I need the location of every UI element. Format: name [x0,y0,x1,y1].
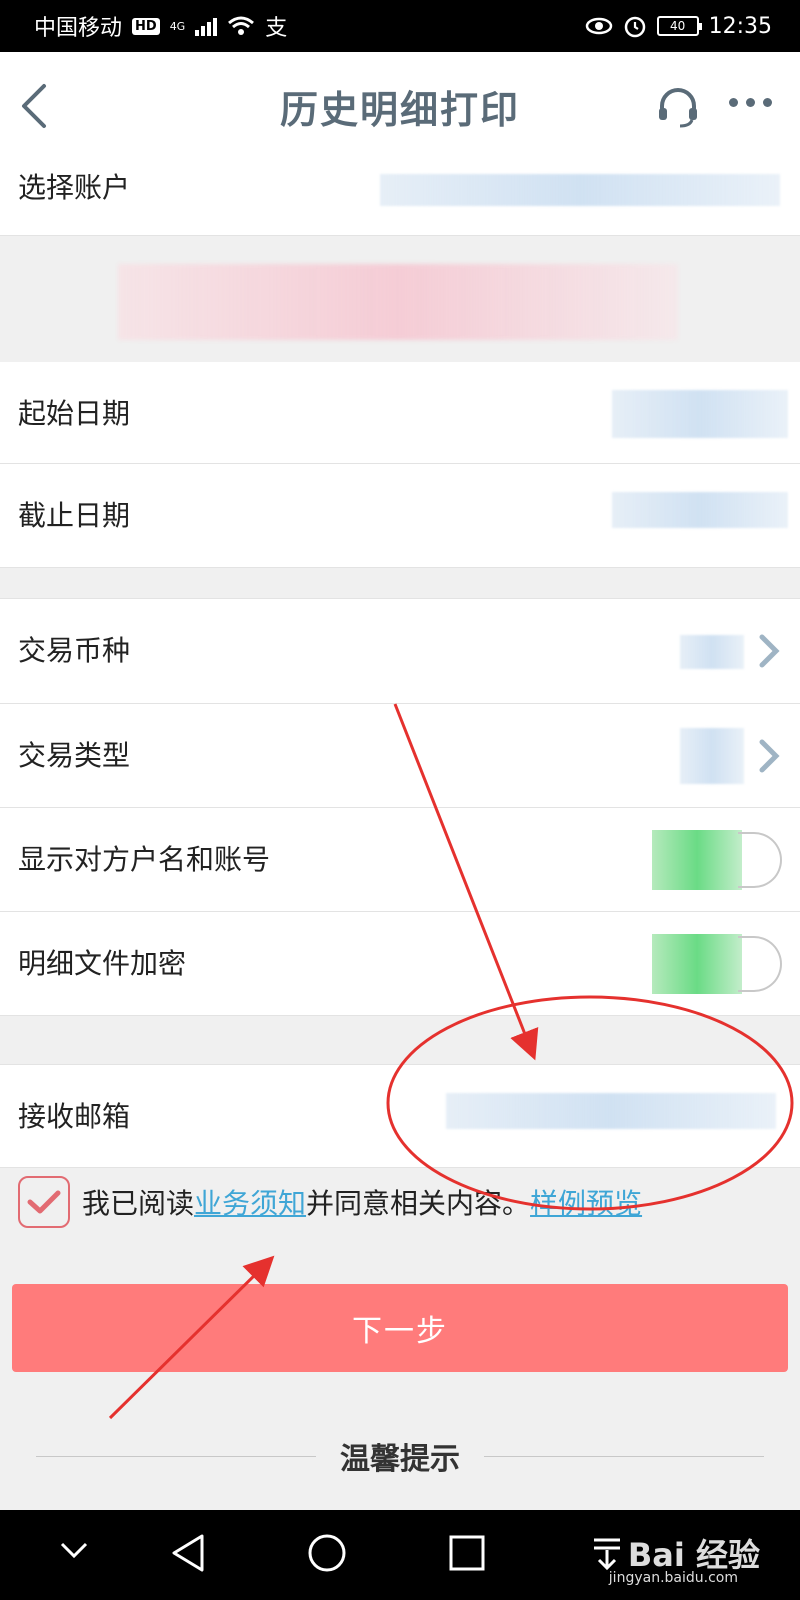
show-counterparty-toggle[interactable] [652,830,742,890]
tips-divider-right [484,1455,764,1457]
email-row[interactable]: 接收邮箱 [0,1064,800,1168]
download-icon[interactable] [590,1536,624,1572]
network-type: 4G [169,19,186,33]
chevron-down-icon[interactable] [58,1540,90,1562]
clock: 12:35 [708,13,772,39]
agreement-prefix: 我已阅读 [82,1187,195,1220]
agreement-checkbox[interactable] [18,1176,70,1228]
watermark-url: jingyan.baidu.com [608,1570,738,1586]
account-value-masked [380,174,780,206]
wifi-icon [228,16,255,35]
email-input-masked[interactable] [446,1093,776,1129]
tips-title: 温馨提示 [340,1442,460,1477]
transaction-type-label: 交易类型 [18,739,131,772]
status-right: 40 12:35 [585,14,772,39]
tips-header: 温馨提示 [36,1434,764,1478]
chevron-right-icon [759,634,780,668]
hd-badge: HD [132,17,160,35]
home-circle-icon[interactable] [306,1532,348,1574]
battery-icon: 40 [656,16,702,36]
show-counterparty-toggle-edge [738,832,782,888]
account-row[interactable]: 选择账户 [0,160,800,236]
next-button[interactable]: 下一步 [12,1284,788,1372]
status-left: 中国移动 HD 4G 支 [34,10,287,42]
back-triangle-icon[interactable] [168,1532,208,1574]
back-icon[interactable] [14,80,54,132]
nav-bar: 历史明细打印 [0,52,800,160]
recents-square-icon[interactable] [448,1534,486,1572]
masked-account-info [0,236,800,362]
check-icon [27,1190,61,1214]
status-bar: 中国移动 HD 4G 支 40 12:35 [0,0,800,52]
start-date-row[interactable]: 起始日期 [0,362,800,464]
currency-label: 交易币种 [18,634,131,667]
encrypt-label: 明细文件加密 [18,947,187,980]
currency-value-masked [680,635,744,669]
chevron-right-icon [759,739,780,773]
show-counterparty-label: 显示对方户名和账号 [18,843,271,876]
account-label: 选择账户 [18,171,131,204]
end-date-row[interactable]: 截止日期 [0,464,800,568]
more-dots-icon[interactable] [729,98,772,107]
agreement-line: 我已阅读 业务须知 并同意相关内容。 样例预览 [18,1176,642,1228]
business-notice-link[interactable]: 业务须知 [194,1182,306,1222]
start-date-value-masked [612,390,788,438]
encrypt-row: 明细文件加密 [0,912,800,1016]
alipay-icon: 支 [265,16,288,41]
encrypt-toggle-edge [738,936,782,992]
end-date-value-masked [612,492,788,528]
eye-icon [585,17,612,35]
tips-divider-left [36,1455,316,1457]
alarm-icon [624,16,645,38]
currency-row[interactable]: 交易币种 [0,598,800,704]
transaction-type-value-masked [680,728,744,784]
encrypt-toggle[interactable] [652,934,742,994]
page-title: 历史明细打印 [279,87,520,132]
agreement-middle: 并同意相关内容。 [306,1187,531,1220]
show-counterparty-row: 显示对方户名和账号 [0,808,800,912]
account-info-masked [118,264,678,340]
sample-preview-link[interactable]: 样例预览 [530,1182,642,1222]
carrier-name: 中国移动 [34,16,123,41]
signal-icon [195,16,218,36]
start-date-label: 起始日期 [18,397,131,430]
headset-icon[interactable] [656,86,700,130]
email-label: 接收邮箱 [18,1100,131,1133]
transaction-type-row[interactable]: 交易类型 [0,704,800,808]
end-date-label: 截止日期 [18,499,131,532]
